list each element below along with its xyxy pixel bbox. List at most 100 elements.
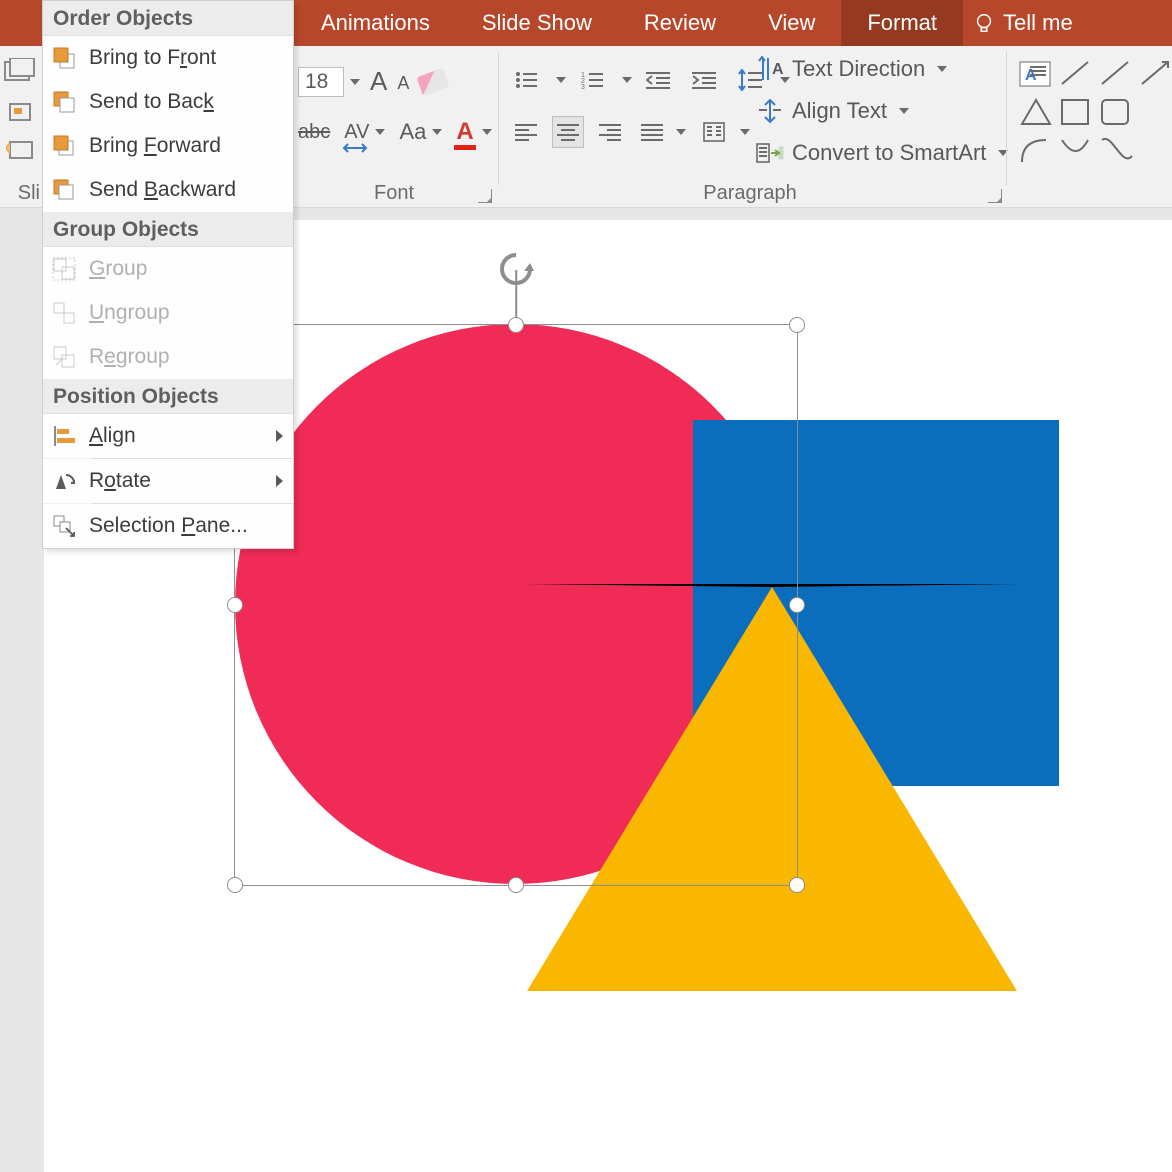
- char-spacing-label: AV: [344, 121, 369, 143]
- font-group-launcher[interactable]: [478, 189, 492, 203]
- paragraph-group-label: Paragraph: [500, 182, 1000, 205]
- font-size-row: 18 A A: [298, 66, 447, 97]
- paragraph-row-2: [506, 116, 750, 148]
- submenu-arrow-icon: [276, 475, 283, 487]
- font-color-button[interactable]: A: [456, 118, 473, 146]
- numbering-button[interactable]: 123: [576, 64, 608, 96]
- clear-formatting-icon[interactable]: [417, 67, 450, 95]
- bring-to-front-icon: [51, 45, 77, 71]
- handle-tr[interactable]: [789, 317, 805, 333]
- ctx-bring-to-front-label: Bring to Front: [89, 46, 216, 70]
- ctx-header-group: Group Objects: [43, 212, 293, 247]
- rotate-icon: [51, 468, 77, 494]
- submenu-arrow-icon: [276, 430, 283, 442]
- convert-smartart-label: Convert to SmartArt: [792, 140, 986, 166]
- convert-smartart-button[interactable]: Convert to SmartArt: [756, 140, 1008, 166]
- handle-mr[interactable]: [789, 597, 805, 613]
- font-size-combo[interactable]: 18: [298, 67, 344, 97]
- ctx-rotate-label: Rotate: [89, 469, 151, 493]
- regroup-icon: [51, 344, 77, 370]
- tab-view[interactable]: View: [742, 0, 841, 46]
- decrease-indent-button[interactable]: [642, 64, 674, 96]
- font-color-dropdown-icon[interactable]: [482, 129, 492, 135]
- svg-text:3: 3: [581, 84, 585, 89]
- text-direction-button[interactable]: A Text Direction: [756, 56, 947, 82]
- send-backward-icon: [51, 177, 77, 203]
- paragraph-group-launcher[interactable]: [988, 189, 1002, 203]
- new-slide-icon[interactable]: [4, 58, 40, 86]
- ctx-bring-forward-label: Bring Forward: [89, 134, 221, 158]
- text-direction-dropdown-icon: [937, 66, 947, 72]
- ctx-send-backward-label: Send Backward: [89, 178, 236, 202]
- columns-button[interactable]: [698, 116, 730, 148]
- reset-icon[interactable]: [8, 102, 36, 126]
- section-icon[interactable]: [6, 138, 36, 162]
- bullets-button[interactable]: [510, 64, 542, 96]
- ctx-header-order: Order Objects: [43, 1, 293, 36]
- handle-br[interactable]: [789, 877, 805, 893]
- tell-me-label: Tell me: [1003, 10, 1073, 36]
- decrease-font-size[interactable]: A: [397, 73, 409, 97]
- numbering-dropdown-icon[interactable]: [622, 77, 632, 83]
- handle-tc[interactable]: [508, 317, 524, 333]
- selection-box: [234, 324, 798, 886]
- ctx-align-label: Align: [89, 424, 136, 448]
- font-group-label: Font: [296, 182, 492, 205]
- tab-format[interactable]: Format: [841, 0, 963, 46]
- change-case-button[interactable]: Aa: [399, 119, 426, 145]
- paragraph-row-1: 123: [506, 64, 790, 96]
- selection-pane-icon: [51, 513, 77, 539]
- align-right-button[interactable]: [594, 116, 626, 148]
- columns-dropdown-icon[interactable]: [740, 129, 750, 135]
- char-spacing-dropdown-icon[interactable]: [375, 129, 385, 135]
- rotation-handle[interactable]: [498, 251, 534, 292]
- arrange-context-menu: Order Objects Bring to Front Send to Bac…: [42, 0, 294, 549]
- align-center-button[interactable]: [552, 116, 584, 148]
- ctx-ungroup: Ungroup: [43, 291, 293, 335]
- ctx-bring-to-front[interactable]: Bring to Front: [43, 36, 293, 80]
- handle-bc[interactable]: [508, 877, 524, 893]
- ribbon-left-partial: Sli: [0, 46, 44, 207]
- ctx-regroup-label: Regroup: [89, 345, 170, 369]
- tab-animations[interactable]: Animations: [295, 0, 456, 46]
- align-text-button[interactable]: Align Text: [756, 98, 909, 124]
- increase-font-size[interactable]: A: [370, 66, 387, 97]
- text-direction-label: Text Direction: [792, 56, 925, 82]
- ctx-send-to-back[interactable]: Send to Back: [43, 80, 293, 124]
- group-icon: [51, 256, 77, 282]
- font-row-2: abc AV Aa A: [298, 118, 492, 146]
- justify-dropdown-icon[interactable]: [676, 129, 686, 135]
- tab-slide-show[interactable]: Slide Show: [456, 0, 618, 46]
- bring-forward-icon: [51, 133, 77, 159]
- handle-ml[interactable]: [227, 597, 243, 613]
- justify-button[interactable]: [636, 116, 668, 148]
- increase-indent-button[interactable]: [688, 64, 720, 96]
- tab-review[interactable]: Review: [618, 0, 742, 46]
- ctx-send-backward[interactable]: Send Backward: [43, 168, 293, 212]
- ctx-regroup: Regroup: [43, 335, 293, 379]
- ctx-align[interactable]: Align: [43, 414, 293, 458]
- bullets-dropdown-icon[interactable]: [556, 77, 566, 83]
- align-text-dropdown-icon: [899, 108, 909, 114]
- ctx-selection-pane[interactable]: Selection Pane...: [43, 504, 293, 548]
- ctx-group: Group: [43, 247, 293, 291]
- align-left-button[interactable]: [510, 116, 542, 148]
- ctx-rotate[interactable]: Rotate: [43, 459, 293, 503]
- font-size-dropdown-icon[interactable]: [350, 79, 360, 85]
- ctx-selection-pane-label: Selection Pane...: [89, 514, 248, 538]
- handle-bl[interactable]: [227, 877, 243, 893]
- ctx-group-label: Group: [89, 257, 147, 281]
- char-spacing-button[interactable]: AV: [344, 121, 369, 144]
- slide-thumbnails-strip[interactable]: [0, 208, 44, 1172]
- strikethrough-button[interactable]: abc: [298, 121, 330, 144]
- tell-me[interactable]: Tell me: [963, 0, 1083, 46]
- ctx-ungroup-label: Ungroup: [89, 301, 170, 325]
- ungroup-icon: [51, 300, 77, 326]
- align-icon: [51, 423, 77, 449]
- send-to-back-icon: [51, 89, 77, 115]
- change-case-dropdown-icon[interactable]: [432, 129, 442, 135]
- font-size-value: 18: [305, 70, 328, 94]
- ctx-bring-forward[interactable]: Bring Forward: [43, 124, 293, 168]
- shapes-gallery[interactable]: A: [1016, 58, 1172, 183]
- ctx-send-to-back-label: Send to Back: [89, 90, 214, 114]
